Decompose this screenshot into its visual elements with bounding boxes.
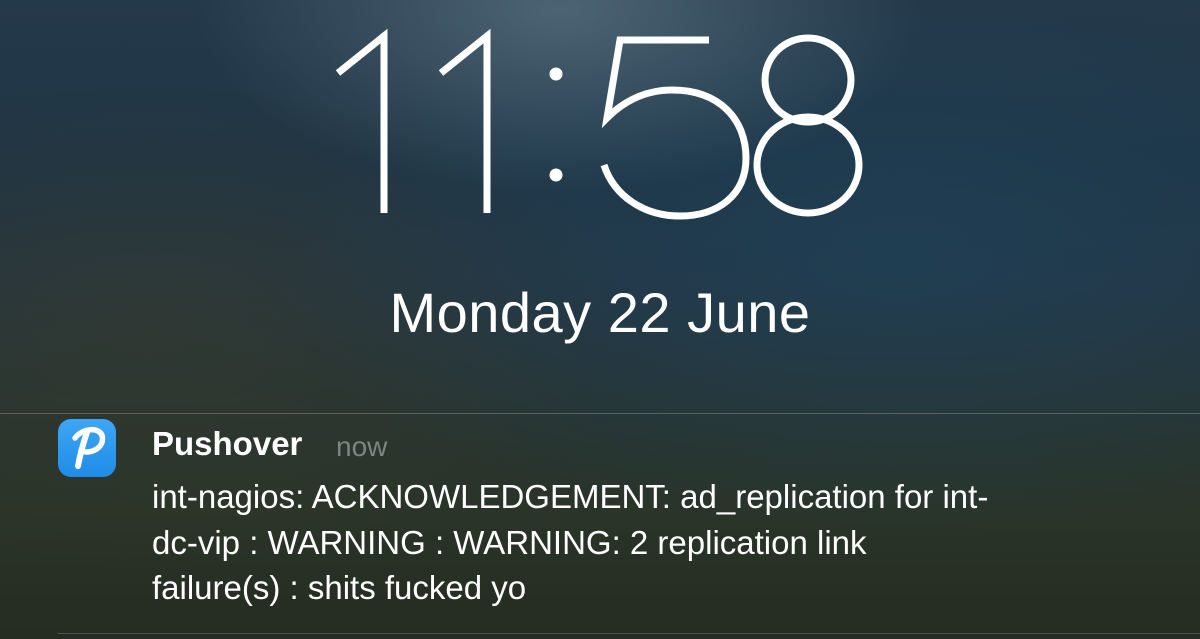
lock-screen-date: Monday 22 June <box>389 281 811 344</box>
lock-screen: 11:58 Monday 22 June <box>0 0 1200 639</box>
pushover-p-icon <box>72 426 106 469</box>
pushover-app-icon[interactable] <box>58 419 116 477</box>
clock-colon-top <box>549 67 563 81</box>
notification-message-line: int-nagios: ACKNOWLEDGEMENT: ad_replicat… <box>152 478 989 515</box>
clock-digit-5 <box>600 36 750 220</box>
clock-digit-1a <box>335 28 388 213</box>
notification-app-name: Pushover <box>152 425 303 462</box>
clock-digits <box>335 28 863 220</box>
lock-screen-clock: 11:58 <box>0 0 1200 240</box>
notification-message-line: failure(s) : shits fucked yo <box>152 569 527 606</box>
clock-digit-8-bottom <box>753 113 863 217</box>
notification-divider-bottom <box>58 633 1200 634</box>
clock-colon-bottom <box>549 168 563 182</box>
notification-message-line: dc-vip : WARNING : WARNING: 2 replicatio… <box>152 523 867 561</box>
clock-digit-1b <box>438 28 491 213</box>
notification-message: int-nagios: ACKNOWLEDGEMENT: ad_replicat… <box>152 474 1162 611</box>
clock-digit-8-top <box>761 34 855 126</box>
notification-timestamp: now <box>336 431 388 462</box>
